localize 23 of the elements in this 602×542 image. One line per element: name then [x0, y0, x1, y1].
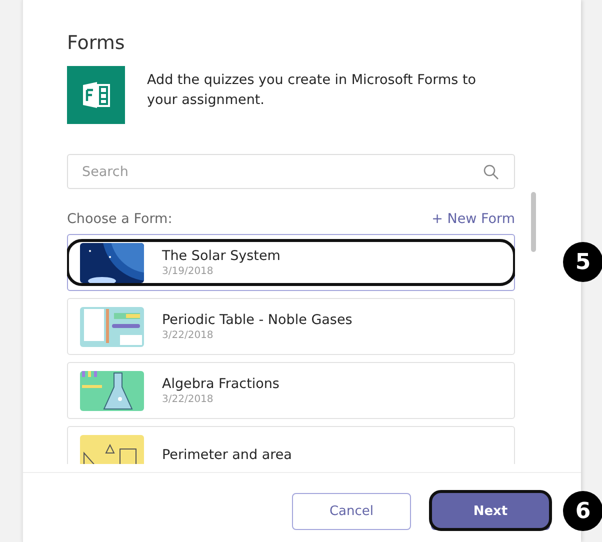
form-date: 3/22/2018 [162, 330, 214, 341]
form-item[interactable]: Algebra Fractions 3/22/2018 [67, 362, 515, 419]
form-name: The Solar System [162, 248, 280, 264]
form-name: Algebra Fractions [162, 376, 280, 392]
form-item[interactable]: Periodic Table - Noble Gases 3/22/2018 [67, 298, 515, 355]
forms-logo-icon [67, 66, 125, 124]
intro-text: Add the quizzes you create in Microsoft Forms to your assignment. [147, 71, 477, 110]
form-item[interactable]: Perimeter and area [67, 426, 515, 464]
form-name: Perimeter and area [162, 446, 292, 462]
scrollbar-thumb[interactable] [531, 192, 536, 252]
form-date: 3/19/2018 [162, 266, 214, 277]
form-item[interactable]: The Solar System 3/19/2018 [67, 234, 515, 291]
dialog-title: Forms [67, 32, 126, 54]
callout-badge: 6 [563, 491, 602, 531]
search-icon [483, 164, 499, 180]
search-field[interactable]: Search [67, 154, 515, 189]
new-form-link[interactable]: + New Form [432, 211, 515, 231]
cancel-button[interactable]: Cancel [292, 493, 411, 530]
next-button[interactable]: Next [431, 493, 550, 530]
list-label: Choose a Form: [67, 211, 172, 229]
callout-badge: 5 [563, 242, 602, 282]
form-date: 3/22/2018 [162, 394, 214, 405]
form-name: Periodic Table - Noble Gases [162, 312, 352, 328]
